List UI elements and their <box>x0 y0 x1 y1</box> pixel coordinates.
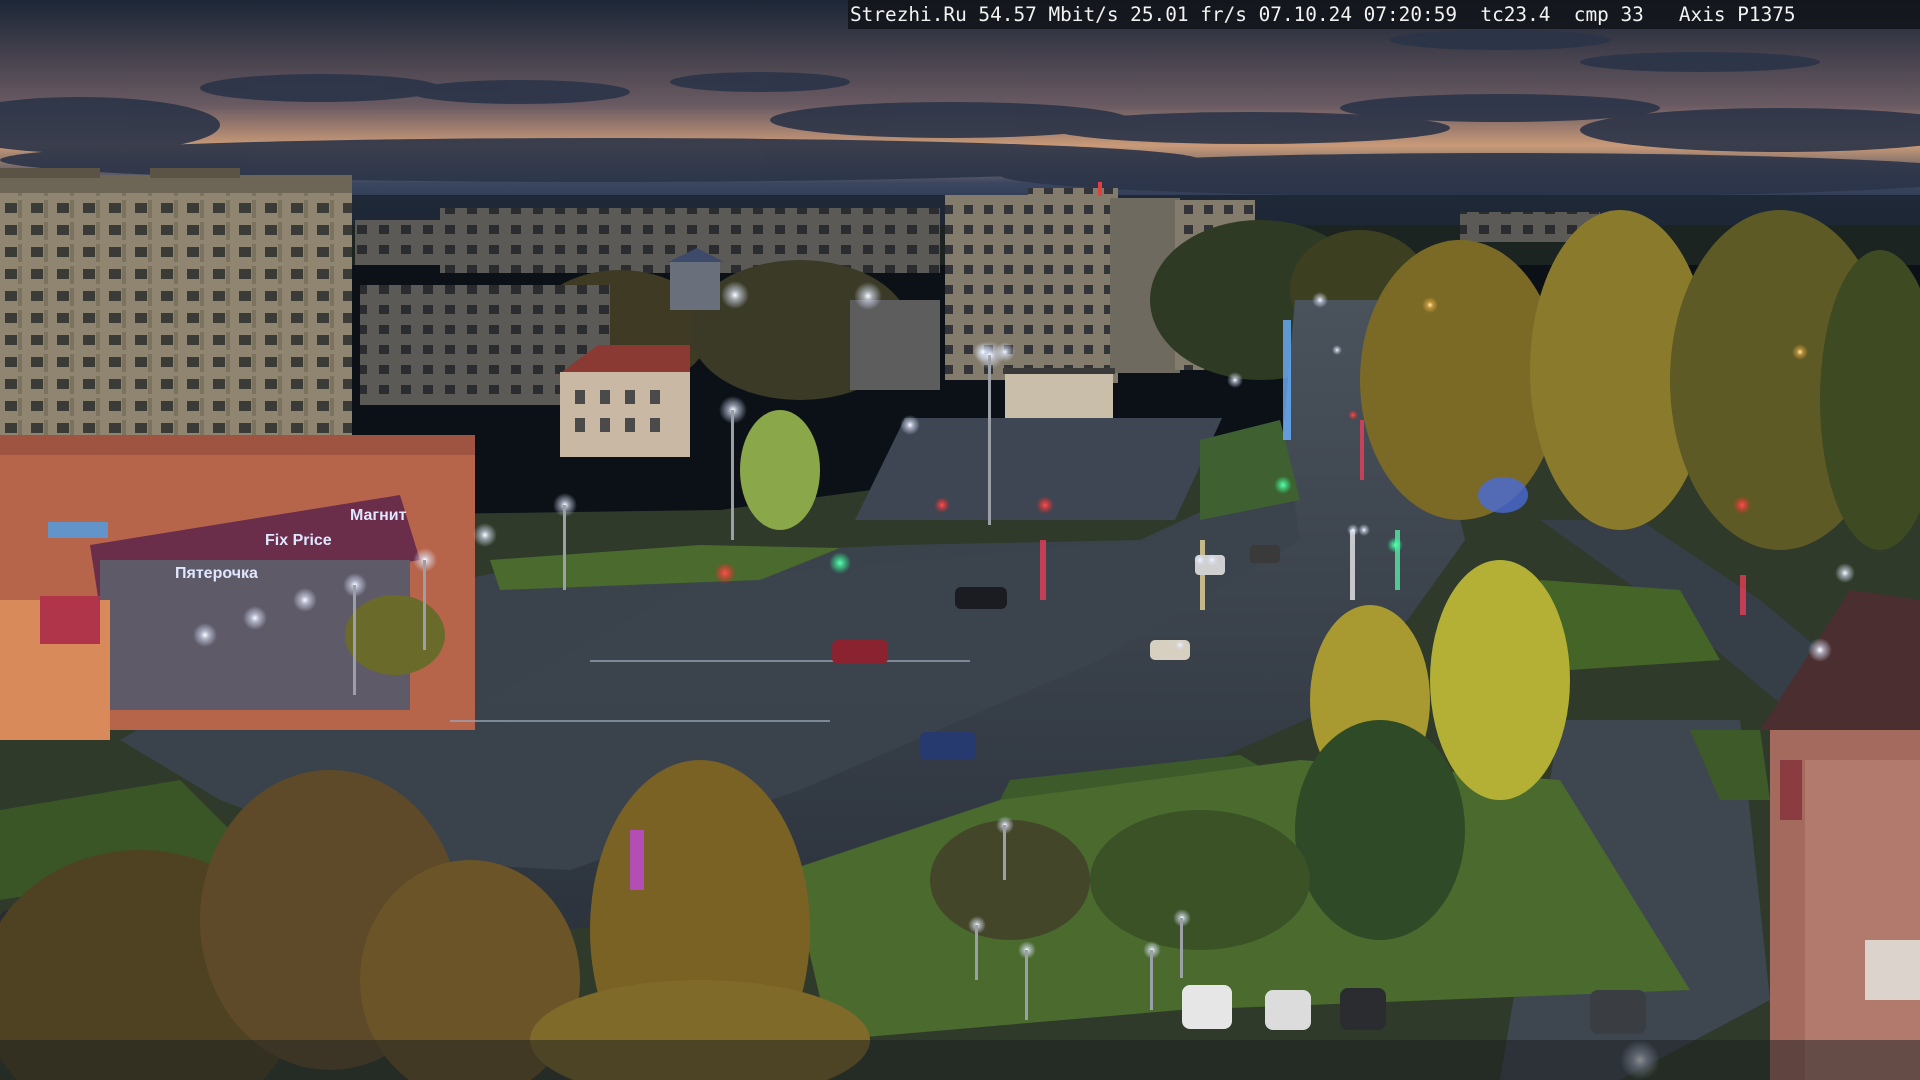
lamp <box>1792 344 1808 360</box>
red-roof-house <box>558 345 690 457</box>
street-scene: Пятерочка Fix Price Магнит <box>0 0 1920 1080</box>
camera-overlay-text: Strezhi.Ru 54.57 Mbit/s 25.01 fr/s 07.10… <box>848 0 1920 29</box>
lamp <box>1808 638 1832 662</box>
lamp <box>193 623 217 647</box>
car <box>832 640 888 664</box>
lamp <box>995 342 1015 362</box>
pavilion <box>1005 372 1113 420</box>
left-shopping-center: Пятерочка Fix Price Магнит <box>0 435 475 740</box>
car <box>1182 985 1232 1029</box>
storefront-sign: Пятерочка <box>175 565 258 582</box>
lamp <box>1227 372 1243 388</box>
lamp <box>973 342 993 362</box>
lamp <box>900 415 920 435</box>
car <box>1590 990 1646 1034</box>
lamp <box>854 282 882 310</box>
car <box>1250 545 1280 563</box>
car <box>955 587 1007 609</box>
lamp <box>243 606 267 630</box>
lamp <box>1312 292 1328 308</box>
lamp <box>473 523 497 547</box>
car <box>920 732 976 760</box>
lamp <box>1422 297 1438 313</box>
storefront-sign: Fix Price <box>265 532 332 549</box>
storefront-sign: Магнит <box>350 507 407 524</box>
lamp <box>721 281 749 309</box>
lamp <box>293 588 317 612</box>
lamp <box>1835 563 1855 583</box>
car <box>1265 990 1311 1030</box>
webcam-frame: Пятерочка Fix Price Магнит Strezhi.Ru 54… <box>0 0 1920 1080</box>
car <box>1340 988 1386 1030</box>
